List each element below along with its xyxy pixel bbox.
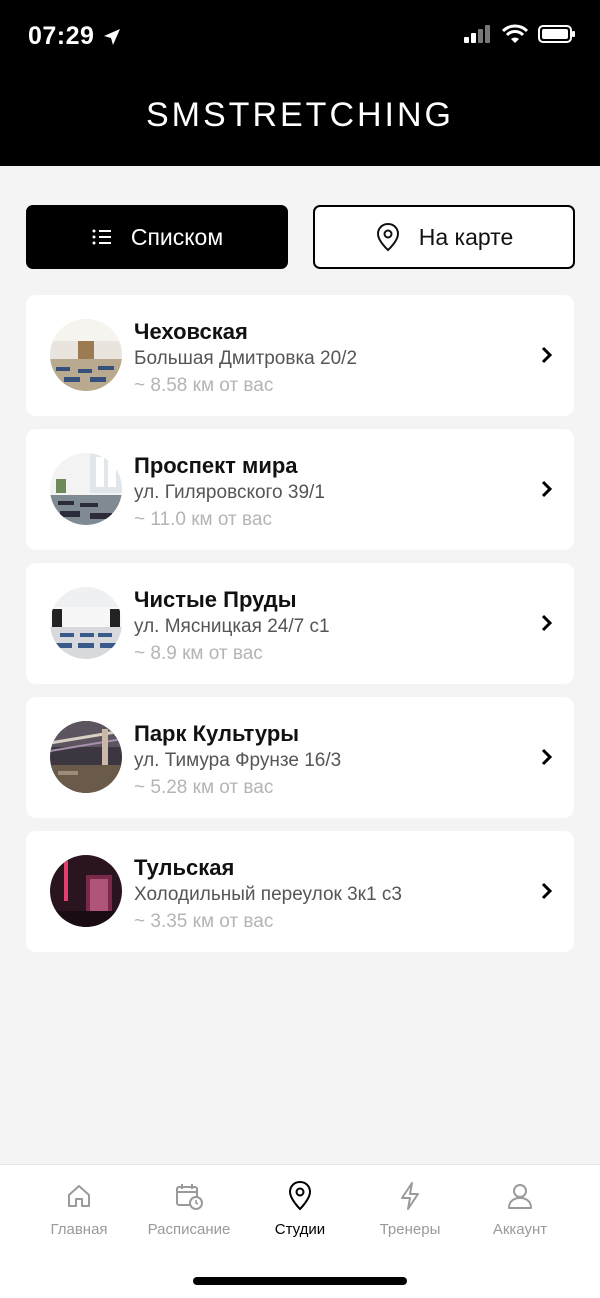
chevron-right-icon bbox=[541, 480, 553, 498]
studio-card[interactable]: Чеховская Большая Дмитровка 20/2 ~ 8.58 … bbox=[26, 295, 574, 416]
studio-distance: ~ 8.9 км от вас bbox=[134, 643, 263, 664]
signal-icon bbox=[464, 25, 490, 43]
studio-distance: ~ 8.58 км от вас bbox=[134, 375, 274, 396]
tab-home[interactable]: Главная bbox=[24, 1179, 134, 1238]
studio-thumbnail bbox=[50, 721, 122, 793]
chevron-right-icon bbox=[541, 882, 553, 900]
wifi-icon bbox=[502, 24, 528, 43]
tab-account-label: Аккаунт bbox=[492, 1221, 548, 1238]
studio-name: Проспект мира bbox=[134, 453, 298, 478]
studio-distance: ~ 3.35 км от вас bbox=[134, 911, 274, 932]
tab-trainers[interactable]: Тренеры bbox=[355, 1179, 465, 1238]
home-icon bbox=[68, 1185, 90, 1207]
studio-name: Тульская bbox=[134, 855, 235, 880]
studio-thumbnail bbox=[50, 855, 122, 927]
studio-address: ул. Тимура Фрунзе 16/3 bbox=[134, 750, 342, 771]
lightning-icon bbox=[401, 1182, 419, 1210]
tab-schedule-label: Расписание bbox=[147, 1221, 231, 1238]
map-pin-icon bbox=[376, 222, 399, 252]
tab-account[interactable]: Аккаунт bbox=[465, 1179, 575, 1238]
tab-studios-label: Студии bbox=[274, 1221, 326, 1238]
tab-studios[interactable]: Студии bbox=[245, 1179, 355, 1238]
studio-card[interactable]: Парк Культуры ул. Тимура Фрунзе 16/3 ~ 5… bbox=[26, 697, 574, 818]
chevron-right-icon bbox=[541, 748, 553, 766]
studio-name: Чеховская bbox=[134, 319, 248, 344]
status-bar-indicators bbox=[464, 24, 576, 44]
studio-card[interactable]: Чистые Пруды ул. Мясницкая 24/7 с1 ~ 8.9… bbox=[26, 563, 574, 684]
studio-name: Парк Культуры bbox=[134, 721, 300, 746]
map-view-label: На карте bbox=[418, 223, 514, 250]
studio-address: Большая Дмитровка 20/2 bbox=[134, 348, 358, 369]
app-header: 07:29 SMSTRETCHING bbox=[0, 0, 600, 166]
tab-home-label: Главная bbox=[50, 1221, 108, 1238]
tab-trainers-label: Тренеры bbox=[379, 1221, 441, 1238]
studio-distance: ~ 5.28 км от вас bbox=[134, 777, 274, 798]
studio-address: ул. Гиляровского 39/1 bbox=[134, 482, 325, 503]
status-bar-time: 07:29 bbox=[28, 22, 122, 51]
home-indicator[interactable] bbox=[193, 1277, 407, 1285]
chevron-right-icon bbox=[541, 346, 553, 364]
studio-thumbnail bbox=[50, 453, 122, 525]
location-arrow-icon bbox=[104, 28, 121, 45]
studio-card[interactable]: Тульская Холодильный переулок 3к1 с3 ~ 3… bbox=[26, 831, 574, 952]
list-icon bbox=[92, 229, 111, 245]
studio-address: Холодильный переулок 3к1 с3 bbox=[134, 884, 402, 905]
user-icon bbox=[508, 1184, 532, 1209]
calendar-clock-icon bbox=[176, 1184, 203, 1210]
studio-name: Чистые Пруды bbox=[134, 587, 297, 612]
brand-logo: SMSTRETCHING bbox=[146, 96, 454, 134]
map-pin-icon bbox=[288, 1180, 312, 1211]
studio-address: ул. Мясницкая 24/7 с1 bbox=[134, 616, 330, 637]
chevron-right-icon bbox=[541, 614, 553, 632]
studio-thumbnail bbox=[50, 587, 122, 659]
studio-card[interactable]: Проспект мира ул. Гиляровского 39/1 ~ 11… bbox=[26, 429, 574, 550]
tab-schedule[interactable]: Расписание bbox=[134, 1179, 244, 1238]
studio-distance: ~ 11.0 км от вас bbox=[134, 509, 272, 530]
map-view-button[interactable]: На карте bbox=[313, 205, 575, 269]
list-view-label: Списком bbox=[130, 223, 224, 250]
battery-icon bbox=[538, 25, 575, 43]
studio-thumbnail bbox=[50, 319, 122, 391]
list-view-button[interactable]: Списком bbox=[26, 205, 288, 269]
